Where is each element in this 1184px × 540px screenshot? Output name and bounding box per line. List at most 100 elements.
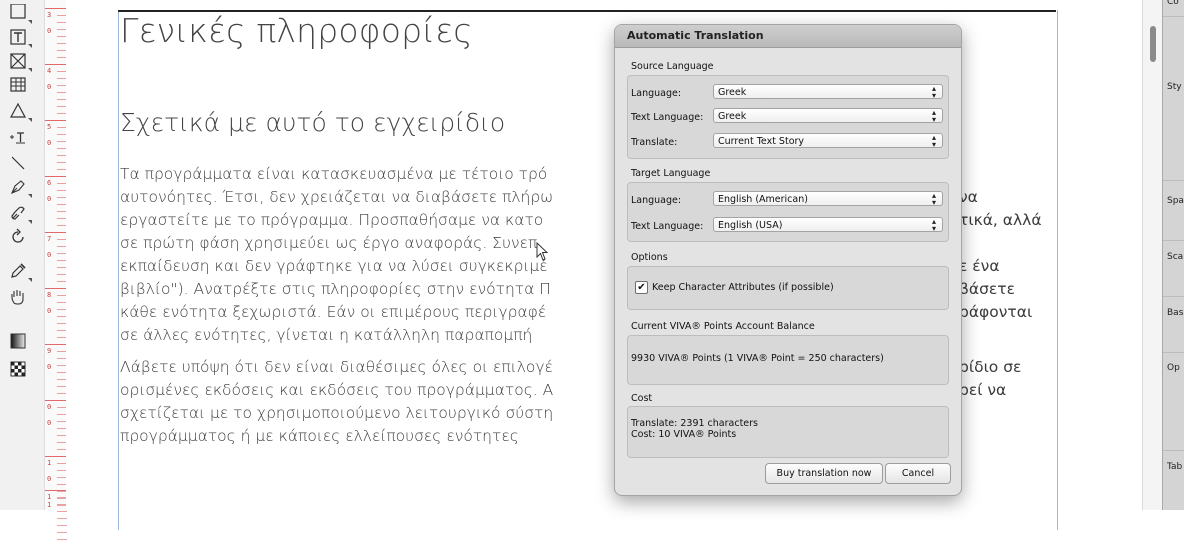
gradient-tool[interactable] [4,328,32,354]
balance-section-label: Current VIVA® Points Account Balance [631,321,815,332]
source-language-value: Greek [718,87,747,98]
balance-text: 9930 VIVA® Points (1 VIVA® Point = 250 c… [631,353,884,364]
eyedropper-icon [11,263,26,278]
ruler-sublabel: 0 [47,27,52,35]
text-line-end[interactable]: τικά, αλλά [959,209,1042,232]
text-line[interactable]: Λάβετε υπόψη ότι δεν είναι διαθέσιμες όλ… [120,356,553,379]
text-frame-tool[interactable] [4,24,32,50]
panel-label-styles[interactable]: Sty [1167,82,1182,92]
text-line-end[interactable]: ρεί να [959,379,1006,402]
ruler-sublabel: 0 [47,363,52,371]
gradient-icon [10,333,26,349]
panel-label-spacing[interactable]: Spa [1167,196,1184,206]
text-line-end[interactable]: ρίδιο σε [959,356,1021,379]
text-on-path-tool[interactable] [4,124,32,150]
source-text-language-value: Greek [718,111,747,122]
tools-panel [0,0,45,510]
panel-label-co[interactable]: Co [1167,0,1179,7]
translate-scope-select[interactable]: Current Text Story ▴ ▾ [713,133,943,149]
text-line-end[interactable]: ε ένα [959,255,1000,278]
target-language-label: Language: [631,195,682,206]
ruler-label: 7 [47,235,52,243]
scrollbar-thumb[interactable] [1150,26,1156,62]
cancel-button[interactable]: Cancel [885,463,951,484]
ruler-label: 3 [47,11,52,19]
target-language-select[interactable]: English (American) ▴ ▾ [713,191,943,207]
cost-points-text: Cost: 10 VIVA® Points [631,429,737,440]
text-line[interactable]: σχετίζεται με το χρησιμοποιούμενο λειτου… [120,402,553,425]
text-line[interactable]: σε άλλες ενότητες, γίνεται η κατάλληλη π… [120,324,532,347]
rectangle-frame-tool[interactable] [4,0,32,26]
ruler-tick [57,525,67,526]
hand-icon [11,290,24,305]
dialog-titlebar[interactable]: Automatic Translation [615,25,961,48]
document-vertical-scrollbar[interactable] [1142,0,1163,510]
checkerboard-icon [10,361,26,377]
ruler-tick [57,532,67,533]
ruler-sublabel: 0 [47,83,52,91]
text-line-end[interactable]: ράφονται [959,301,1032,324]
target-language-value: English (American) [718,194,808,205]
picture-frame-tool[interactable] [4,48,32,74]
ruler-label: 8 [47,291,52,299]
source-text-language-select[interactable]: Greek ▴ ▾ [713,108,943,124]
line-tool[interactable] [4,150,32,176]
text-line[interactable]: σε πρώτη φάση χρησιμεύει ως έργο αναφορά… [120,232,537,255]
text-line[interactable]: κάθε ενότητα ξεχωριστά. Εάν οι επιμέρους… [120,301,546,324]
pen-icon [10,180,25,195]
automatic-translation-dialog: Automatic Translation Source Language La… [614,24,962,496]
heading-about-manual[interactable]: Σχετικά με αυτό το εγχειρίδιο [120,108,505,137]
vertical-ruler[interactable]: 30 40 50 60 70 80 90 00 10 11 [44,0,68,540]
text-line[interactable]: αυτονόητες. Έτσι, δεν χρειάζεται να διαβ… [120,186,553,209]
ruler-label: 1 [47,459,52,467]
ruler-sublabel: 0 [47,139,52,147]
ruler-sublabel: 0 [47,251,52,259]
source-language-select[interactable]: Greek ▴ ▾ [713,84,943,100]
properties-panel: Co Sty Spa Sca Bas Op Tab [1162,0,1184,510]
text-line[interactable]: Τα προγράμματα είναι κατασκευασμένα με τ… [120,163,547,186]
target-language-section-label: Target Language [631,168,711,179]
transparency-tool[interactable] [4,356,32,382]
text-line[interactable]: εκπαίδευση και δεν γράφτηκε για να λύσει… [120,255,548,278]
hand-tool[interactable] [4,284,32,310]
table-icon [10,77,26,92]
target-text-language-select[interactable]: English (USA) ▴ ▾ [713,217,943,233]
panel-label-baseline[interactable]: Bas [1167,308,1183,318]
cost-section-label: Cost [631,393,653,404]
rotate-tool[interactable] [4,224,32,250]
target-text-language-value: English (USA) [718,220,783,231]
text-line[interactable]: εργαστείτε με το πρόγραμμα. Προσπαθήσαμε… [120,209,543,232]
document-canvas[interactable]: Γενικές πληροφορίες Σχετικά με αυτό το ε… [66,0,1132,530]
options-section-label: Options [631,252,668,263]
text-line[interactable]: προγράμματος ή με κάποιες ελλείπουσες εν… [120,425,519,448]
text-line[interactable]: ορισμένες εκδόσεις και εκδόσεις του προγ… [120,379,553,402]
keep-attributes-label[interactable]: Keep Character Attributes (if possible) [652,282,834,293]
ruler-sublabel: 1 [47,501,52,509]
buy-translation-button[interactable]: Buy translation now [765,463,883,484]
shape-tool[interactable] [4,98,32,124]
ruler-label: 5 [47,123,52,131]
panel-label-tabs[interactable]: Tab [1167,462,1182,472]
translate-label: Translate: [631,137,678,148]
link-tool[interactable] [4,200,32,226]
keep-attributes-checkbox[interactable]: ✔ [635,281,648,294]
select-arrows-icon: ▴ ▾ [931,191,936,207]
select-arrows-icon: ▴ ▾ [931,84,936,100]
translate-scope-value: Current Text Story [718,136,805,147]
panel-label-options[interactable]: Op [1167,363,1180,373]
dialog-title: Automatic Translation [627,29,764,42]
eyedropper-tool[interactable] [4,258,32,284]
table-tool[interactable] [4,72,32,98]
pen-tool[interactable] [4,174,32,200]
line-icon [11,156,25,170]
text-line[interactable]: βιβλίο"). Ανατρέξτε στις πληροφορίες στη… [120,278,551,301]
panel-label-scale[interactable]: Sca [1167,252,1183,262]
source-language-section-label: Source Language [631,61,714,72]
source-language-label: Language: [631,88,682,99]
cost-characters-text: Translate: 2391 characters [631,418,758,429]
picture-frame-icon [10,53,26,69]
text-line-end[interactable]: βάσετε [959,278,1015,301]
text-path-icon [10,132,25,144]
select-arrows-icon: ▴ ▾ [931,133,936,149]
heading-general-info[interactable]: Γενικές πληροφορίες [120,11,473,50]
